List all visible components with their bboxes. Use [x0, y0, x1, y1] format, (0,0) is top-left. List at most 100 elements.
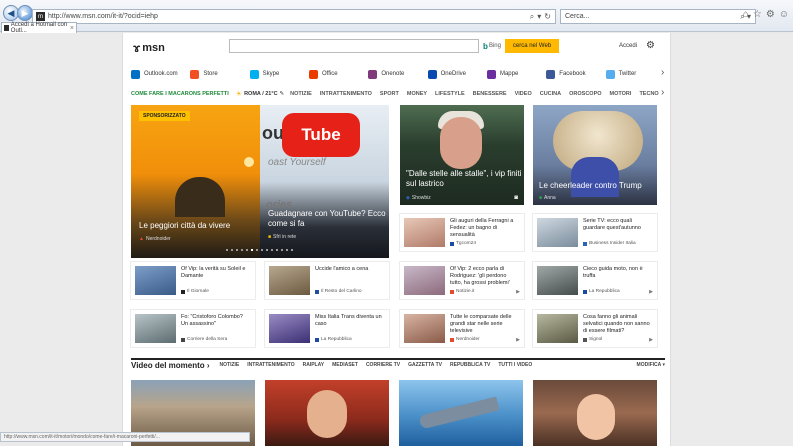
category-link[interactable]: MOTORI [610, 91, 632, 97]
app-link[interactable]: OneDrive [427, 67, 487, 81]
refresh-icon[interactable]: ↻ [544, 12, 551, 22]
video-tab[interactable]: INTRATTENIMENTO [247, 362, 294, 368]
category-link[interactable]: MONEY [407, 91, 427, 97]
news-title[interactable]: Cosa fanno gli animali selvatici quando … [583, 314, 653, 335]
search-icon[interactable]: ⌕ [530, 12, 534, 22]
favorites-star-icon[interactable]: ☆ [753, 9, 762, 20]
video-thumbnail[interactable] [265, 380, 389, 446]
video-tab[interactable]: GAZZETTA TV [408, 362, 442, 368]
app-link[interactable]: Mappe [486, 67, 546, 81]
news-tile[interactable]: Gli auguri della Ferragni a Fedez: un ba… [400, 214, 524, 251]
carousel-dot[interactable] [266, 249, 268, 251]
category-link[interactable]: OROSCOPO [569, 91, 601, 97]
category-link[interactable]: NOTIZIE [290, 91, 312, 97]
signin-link[interactable]: Accedi [619, 43, 637, 49]
carousel-dot[interactable] [276, 249, 278, 251]
news-title[interactable]: Of Vip: 2 ecco parla di Rodriguez: 'gli … [450, 266, 520, 287]
app-link[interactable]: Skype [249, 67, 309, 81]
chevron-right-icon[interactable]: › [661, 67, 664, 78]
carousel-dot[interactable] [246, 249, 248, 251]
news-tile[interactable]: Of Vip: 2 ecco parla di Rodriguez: 'gli … [400, 262, 524, 299]
news-tile[interactable]: Serie TV: ecco quali guardare quest'autu… [533, 214, 657, 251]
carousel-dot[interactable] [236, 249, 238, 251]
carousel-dot[interactable] [256, 249, 258, 251]
video-thumbnail[interactable] [399, 380, 523, 446]
news-tile[interactable]: Miss Italia Trans diventa un caso La Repu… [265, 310, 389, 347]
category-link[interactable]: LIFESTYLE [435, 91, 465, 97]
category-link[interactable]: SPORT [380, 91, 399, 97]
pencil-icon[interactable]: ✎ [280, 91, 285, 97]
news-title[interactable]: Gli auguri della Ferragni a Fedez: un ba… [450, 218, 520, 239]
hero-slide-right[interactable]: ou Tube oast Yourself ories Guadagnare c… [260, 105, 389, 258]
big-tile-caption[interactable]: "Dalle stelle alle stalle", i vip finiti… [406, 169, 522, 189]
app-link[interactable]: Facebook [546, 67, 605, 81]
carousel-dot[interactable] [231, 249, 233, 251]
video-tab[interactable]: MEDIASET [332, 362, 358, 368]
msn-search-input[interactable] [229, 39, 479, 53]
home-icon[interactable]: ⌂ [743, 9, 749, 20]
carousel-dot[interactable] [261, 249, 263, 251]
hero-left-caption[interactable]: Le peggiori città da vivere [139, 221, 254, 231]
news-title[interactable]: Serie TV: ecco quali guardare quest'autu… [583, 218, 653, 232]
promo-link[interactable]: COME FARE I MACARONS PERFETTI [131, 91, 229, 97]
video-tab[interactable]: CORRIERE TV [366, 362, 400, 368]
news-title[interactable]: Miss Italia Trans diventa un caso [315, 314, 385, 328]
hero-slide-left[interactable]: SPONSORIZZATO Le peggiori città da viver… [131, 105, 260, 258]
hero-right-caption[interactable]: Guadagnare con YouTube? Ecco come si fa [268, 209, 386, 229]
category-link[interactable]: BENESSERE [473, 91, 507, 97]
news-title[interactable]: Tutte le comparsate delle grandi star ne… [450, 314, 520, 335]
carousel-dot[interactable] [271, 249, 273, 251]
hero-carousel[interactable]: SPONSORIZZATO Le peggiori città da viver… [131, 105, 389, 258]
close-icon[interactable]: × [70, 25, 74, 32]
carousel-dot[interactable] [291, 249, 293, 251]
big-tile-caption[interactable]: Le cheerleader contro Trump [539, 181, 655, 191]
address-url[interactable]: http://www.msn.com/it-it/?ocid=iehp [48, 13, 530, 20]
news-tile[interactable]: Cosa fanno gli animali selvatici quando … [533, 310, 657, 347]
news-title[interactable]: Fo: "Cristoforo Colombo? Un assassino" [181, 314, 251, 328]
chevron-right-icon[interactable]: › [661, 87, 664, 98]
carousel-dot[interactable] [251, 249, 253, 251]
video-tab[interactable]: TUTTI I VIDEO [498, 362, 532, 368]
news-tile[interactable]: Uccide l'amico a cena Il Resto del Carlin… [265, 262, 389, 299]
modifica-button[interactable]: MODIFICA ▾ [637, 362, 665, 368]
carousel-dots[interactable] [226, 249, 293, 251]
forward-button[interactable]: ▶ [17, 5, 33, 21]
category-link[interactable]: TECNO [639, 91, 658, 97]
app-link[interactable]: Twitter [605, 67, 665, 81]
category-link[interactable]: VIDEO [515, 91, 532, 97]
video-tab[interactable]: NOTIZIE [220, 362, 240, 368]
news-title[interactable]: Cieco guida moto, non è truffa [583, 266, 653, 280]
weather-widget[interactable]: ☀ ROMA / 21°C ✎ [236, 90, 284, 98]
news-title[interactable]: Uccide l'amico a cena [315, 266, 385, 273]
app-link[interactable]: Outlook.com [131, 67, 190, 81]
news-tile[interactable]: Of Vip: la verità su Soleil e Damante Il … [131, 262, 255, 299]
carousel-dot[interactable] [241, 249, 243, 251]
settings-gear-icon[interactable]: ⚙ [646, 40, 655, 51]
video-thumbnail[interactable] [533, 380, 657, 446]
video-tab[interactable]: REPUBBLICA TV [450, 362, 490, 368]
category-link[interactable]: CUCINA [540, 91, 561, 97]
carousel-dot[interactable] [226, 249, 228, 251]
smiley-icon[interactable]: ☺ [779, 9, 789, 20]
app-link[interactable]: Office [308, 67, 368, 81]
news-tile[interactable]: Fo: "Cristoforo Colombo? Un assassino" Co… [131, 310, 255, 347]
category-link[interactable]: INTRATTENIMENTO [320, 91, 372, 97]
news-tile[interactable]: Cieco guida moto, non è truffa La Repubbl… [533, 262, 657, 299]
video-section-title[interactable]: Video del momento › [131, 361, 210, 370]
app-link[interactable]: Store [190, 67, 249, 81]
browser-search-input[interactable]: Cerca... ⌕ ▾ [560, 9, 756, 24]
video-tab[interactable]: RAIPLAY [303, 362, 325, 368]
app-link[interactable]: Onenote [368, 67, 427, 81]
search-web-button[interactable]: cerca nel Web [505, 39, 559, 53]
news-title[interactable]: Of Vip: la verità su Soleil e Damante [181, 266, 251, 280]
big-tile[interactable]: "Dalle stelle alle stalle", i vip finiti… [400, 105, 524, 205]
gear-icon[interactable]: ⚙ [766, 9, 775, 20]
big-tile[interactable]: Le cheerleader contro Trump ■ Anna [533, 105, 657, 205]
carousel-dot[interactable] [281, 249, 283, 251]
browser-tab[interactable]: Accedi a Hotmail con Outl... × [1, 22, 77, 34]
news-tile[interactable]: Tutte le comparsate delle grandi star ne… [400, 310, 524, 347]
address-bar[interactable]: m http://www.msn.com/it-it/?ocid=iehp ⌕ … [32, 9, 556, 24]
dropdown-icon[interactable]: ▾ [537, 12, 541, 22]
msn-logo[interactable]: ɤ msn [133, 41, 165, 55]
carousel-dot[interactable] [286, 249, 288, 251]
